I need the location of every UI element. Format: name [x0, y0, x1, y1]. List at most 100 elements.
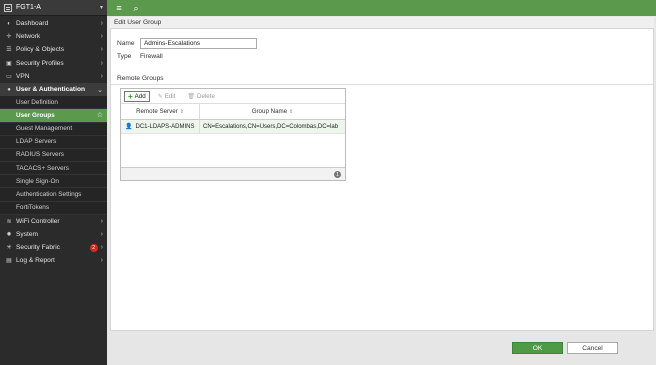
menu-icon[interactable]: ≡: [112, 3, 126, 13]
sidebar-item-label: Policy & Objects: [16, 46, 65, 54]
sidebar-item-label: Log & Report: [16, 257, 55, 265]
row-count-badge: 1: [334, 171, 341, 178]
chevron-right-icon: ›: [100, 217, 103, 225]
sidebar-subitem-label: User Definition: [16, 98, 58, 106]
page-title: Edit User Group: [110, 17, 654, 29]
sort-icon: ⇕: [179, 108, 184, 115]
sidebar-item-label: Network: [16, 33, 41, 41]
table-header: Remote Server ⇕ Group Name ⇕: [121, 104, 345, 120]
delete-button[interactable]: 🗑 Delete: [183, 91, 219, 102]
wifi-icon: ≋: [6, 218, 12, 225]
edit-label: Edit: [164, 92, 176, 100]
sort-icon: ⇕: [289, 108, 294, 115]
sidebar-subitem-radius-servers[interactable]: RADIUS Servers: [0, 148, 107, 163]
remote-groups-table: + Add ✎ Edit 🗑 Delete Remote Server ⇕ Gr…: [120, 88, 346, 181]
column-header-remote-server[interactable]: Remote Server ⇕: [121, 104, 200, 119]
nav-menu: ◐ Dashboard › ✛ Network › ☰ Policy & Obj…: [0, 16, 107, 268]
pencil-icon: ✎: [157, 93, 163, 100]
delete-label: Delete: [197, 92, 215, 100]
chevron-right-icon: ›: [100, 231, 103, 239]
sidebar-item-security-profiles[interactable]: ▣ Security Profiles ›: [0, 57, 107, 70]
sidebar-item-label: VPN: [16, 72, 30, 80]
sidebar-subitem-tacacs-servers[interactable]: TACACS+ Servers: [0, 162, 107, 176]
sidebar-subitem-label: Single Sign-On: [16, 177, 59, 185]
edit-button[interactable]: ✎ Edit: [154, 91, 180, 102]
sidebar-item-label: System: [16, 231, 38, 239]
notification-badge: 2: [89, 243, 98, 252]
network-icon: ✛: [6, 34, 12, 41]
remote-groups-heading: Remote Groups: [111, 75, 653, 85]
sidebar-subitem-guest-management[interactable]: Guest Management: [0, 122, 107, 136]
chevron-right-icon: ›: [100, 33, 103, 41]
sidebar: FGT1-A ▾ ◐ Dashboard › ✛ Network › ☰ Pol…: [0, 0, 107, 365]
report-icon: ▤: [6, 258, 12, 265]
sidebar-item-user-authentication[interactable]: ● User & Authentication ⌄: [0, 82, 107, 97]
cell-remote-server: 👤 DC1-LDAPS-ADMINS: [121, 120, 200, 133]
table-row[interactable]: 👤 DC1-LDAPS-ADMINS CN=Escalations,CN=Use…: [121, 120, 345, 134]
sidebar-item-label: Security Fabric: [16, 244, 60, 252]
ok-button[interactable]: OK: [512, 342, 563, 354]
sidebar-subitem-user-definition[interactable]: User Definition: [0, 96, 107, 110]
sidebar-item-wifi-controller[interactable]: ≋ WiFi Controller ›: [0, 215, 107, 228]
sidebar-item-security-fabric[interactable]: ✳ Security Fabric 2 ›: [0, 241, 107, 254]
trash-icon: 🗑: [187, 93, 196, 100]
gear-icon: ✹: [6, 232, 12, 239]
sidebar-item-dashboard[interactable]: ◐ Dashboard ›: [0, 17, 107, 30]
sidebar-subitem-label: LDAP Servers: [16, 138, 57, 146]
sidebar-item-label: Dashboard: [16, 20, 49, 28]
column-label: Remote Server: [136, 108, 178, 115]
sidebar-subitem-label: Guest Management: [16, 125, 73, 133]
chevron-right-icon: ›: [100, 72, 103, 80]
name-label: Name: [117, 40, 135, 47]
column-label: Group Name: [251, 108, 288, 115]
sidebar-subitem-user-groups[interactable]: User Groups ☆: [0, 109, 107, 123]
type-label: Type: [117, 53, 132, 60]
sidebar-item-label: User & Authentication: [16, 86, 85, 94]
add-button[interactable]: + Add: [124, 90, 150, 102]
type-value: Firewall: [140, 53, 163, 60]
user-icon: 👤: [125, 124, 133, 130]
search-icon[interactable]: ⌕: [129, 3, 143, 14]
sidebar-item-policy-objects[interactable]: ☰ Policy & Objects ›: [0, 43, 107, 56]
edit-user-group-panel: Name Type Firewall Remote Groups + Add ✎…: [110, 29, 654, 331]
sidebar-item-vpn[interactable]: ▭ VPN ›: [0, 70, 107, 83]
sidebar-subitem-label: RADIUS Servers: [16, 151, 64, 159]
cell-text: CN=Escalations,CN=Users,DC=Colombas,DC=l…: [203, 123, 339, 130]
name-input[interactable]: [140, 38, 257, 49]
chevron-right-icon: ›: [100, 257, 103, 265]
sidebar-item-log-report[interactable]: ▤ Log & Report ›: [0, 254, 107, 267]
star-icon[interactable]: ☆: [97, 111, 103, 119]
sidebar-subitem-label: FortiTokens: [16, 204, 50, 212]
column-header-group-name[interactable]: Group Name ⇕: [200, 104, 345, 119]
sidebar-item-network[interactable]: ✛ Network ›: [0, 30, 107, 43]
chevron-down-icon: ▾: [99, 5, 103, 11]
chevron-right-icon: ›: [100, 59, 103, 67]
dashboard-icon: ◐: [7, 20, 11, 27]
top-bar: ≡ ⌕: [107, 0, 656, 16]
chevron-right-icon: ›: [100, 20, 103, 28]
policy-icon: ☰: [6, 47, 12, 54]
user-icon: ●: [7, 86, 11, 93]
grid-toolbar: + Add ✎ Edit 🗑 Delete: [121, 89, 345, 104]
sidebar-subitem-single-sign-on[interactable]: Single Sign-On: [0, 175, 107, 189]
device-name: FGT1-A: [16, 4, 41, 11]
sidebar-item-label: WiFi Controller: [16, 217, 60, 225]
device-selector[interactable]: FGT1-A ▾: [0, 0, 107, 16]
sidebar-subitem-label: TACACS+ Servers: [16, 164, 69, 172]
table-footer: 1: [121, 167, 345, 180]
vpn-icon: ▭: [6, 73, 12, 80]
sidebar-item-system[interactable]: ✹ System ›: [0, 228, 107, 241]
cell-group-name: CN=Escalations,CN=Users,DC=Colombas,DC=l…: [200, 120, 345, 133]
sidebar-subitem-fortitokens[interactable]: FortiTokens: [0, 201, 107, 215]
cancel-button[interactable]: Cancel: [567, 342, 618, 354]
fabric-icon: ✳: [6, 245, 12, 252]
sidebar-item-label: Security Profiles: [16, 59, 64, 67]
chevron-right-icon: ›: [100, 244, 103, 252]
sidebar-subitem-ldap-servers[interactable]: LDAP Servers: [0, 135, 107, 149]
chevron-down-icon: ⌄: [97, 86, 103, 94]
sidebar-subitem-authentication-settings[interactable]: Authentication Settings: [0, 188, 107, 202]
sidebar-subitem-label: Authentication Settings: [16, 191, 82, 199]
name-row: Name: [117, 38, 257, 49]
type-row: Type Firewall: [117, 53, 163, 60]
add-label: Add: [134, 92, 146, 100]
